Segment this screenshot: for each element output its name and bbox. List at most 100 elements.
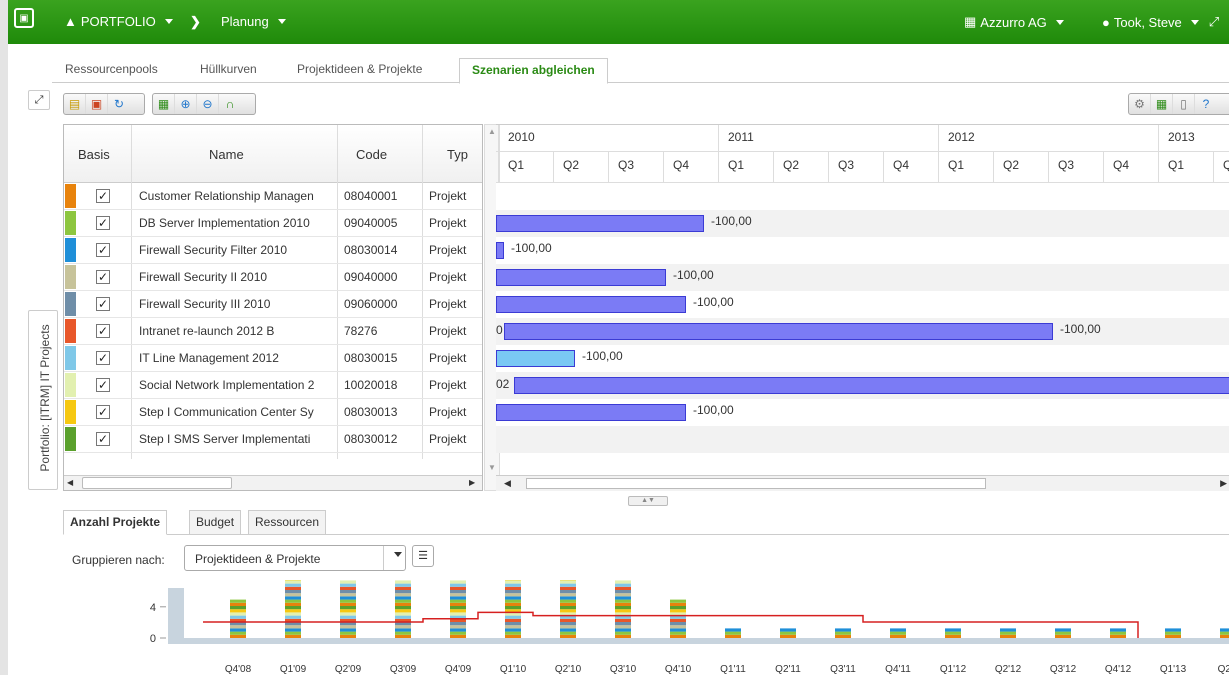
stack-segment: [505, 583, 521, 587]
refresh-icon[interactable]: ↻: [108, 94, 130, 114]
header-name[interactable]: Name: [209, 147, 244, 162]
splitter-handle[interactable]: ▲▼: [628, 496, 668, 506]
project-name: Customer Relationship Managen: [139, 189, 314, 203]
grid-view-icon[interactable]: ▦: [1151, 94, 1173, 114]
settings-icon[interactable]: ⚙: [1129, 94, 1151, 114]
gantt-bar[interactable]: [496, 269, 666, 286]
x-tick-label: Q2'12: [995, 664, 1022, 675]
basis-checkbox[interactable]: ✓: [96, 378, 110, 392]
tab-project-count[interactable]: Anzahl Projekte: [63, 510, 168, 535]
basis-checkbox[interactable]: ✓: [96, 189, 110, 203]
project-name: Social Network Implementation 2: [139, 378, 315, 392]
stack-segment: [780, 631, 796, 635]
gantt-bar[interactable]: [496, 296, 686, 313]
tab-scenarios[interactable]: Szenarien abgleichen: [459, 58, 608, 84]
export-icon[interactable]: ▦: [153, 94, 175, 114]
basis-checkbox[interactable]: ✓: [96, 243, 110, 257]
zoom-in-icon[interactable]: ⊕: [175, 94, 197, 114]
gantt-bar[interactable]: [496, 215, 704, 232]
x-tick-label: Q1'09: [280, 664, 307, 675]
tab-project-ideas[interactable]: Projektideen & Projekte: [297, 62, 422, 76]
gantt-bar[interactable]: [514, 377, 1229, 394]
project-name: Step I SMS Server Implementati: [139, 432, 311, 446]
scroll-thumb[interactable]: [82, 477, 232, 489]
scroll-left-icon[interactable]: ◀: [504, 478, 511, 489]
table-row[interactable]: ✓ Step I SMS Server Implementati 08030012 P…: [64, 426, 482, 453]
basis-checkbox[interactable]: ✓: [96, 270, 110, 284]
project-type: Projekt: [429, 216, 467, 230]
gantt-scroll-thumb[interactable]: [526, 478, 986, 489]
table-row[interactable]: ✓ Firewall Security Filter 2010 08030014 Pr…: [64, 237, 482, 264]
planning-menu[interactable]: Planung: [221, 14, 286, 29]
stack-segment: [340, 580, 356, 584]
help-icon[interactable]: ?: [1195, 94, 1217, 114]
portfolio-menu[interactable]: ▲ PORTFOLIO: [64, 14, 173, 29]
header-type[interactable]: Typ: [447, 147, 468, 162]
table-row[interactable]: ✓ Customer Relationship Managen 08040001 Pr…: [64, 183, 482, 210]
magnet-icon[interactable]: ∩: [219, 94, 241, 114]
table-row[interactable]: ✓ Step I Communication Center Sy 08030013 P…: [64, 399, 482, 426]
stack-segment: [450, 602, 466, 606]
basis-checkbox[interactable]: ✓: [96, 297, 110, 311]
basis-checkbox[interactable]: ✓: [96, 351, 110, 365]
project-code: 10020018: [344, 378, 398, 392]
tab-resource-pools[interactable]: Ressourcenpools: [65, 62, 158, 76]
fullscreen-icon[interactable]: ⤢: [1209, 14, 1219, 30]
stack-segment: [340, 586, 356, 590]
tab-envelopes[interactable]: Hüllkurven: [200, 62, 257, 76]
stack-segment: [395, 586, 411, 590]
stack-segment: [285, 593, 301, 597]
stack-segment: [945, 634, 961, 638]
gantt-year: 2010: [508, 130, 535, 144]
list-icon[interactable]: ☰: [412, 545, 434, 567]
basis-checkbox[interactable]: ✓: [96, 216, 110, 230]
stack-segment: [945, 628, 961, 632]
tab-budget[interactable]: Budget: [189, 510, 242, 535]
scroll-right-icon[interactable]: ▶: [469, 478, 479, 488]
x-tick-label: Q2'11: [775, 664, 801, 675]
stack-segment: [560, 583, 576, 587]
document-icon[interactable]: ▯: [1173, 94, 1195, 114]
y-axis-band: [168, 588, 184, 644]
stack-segment: [615, 628, 631, 632]
table-row[interactable]: ✓ DB Server Implementation 2010 09040005 Pr…: [64, 210, 482, 237]
save-icon[interactable]: ▣: [86, 94, 108, 114]
stack-segment: [505, 599, 521, 603]
gantt-bar[interactable]: [504, 323, 1053, 340]
scroll-right-icon[interactable]: ▶: [1220, 478, 1227, 489]
table-row[interactable]: ✓ Firewall Security II 2010 09040000 Projek…: [64, 264, 482, 291]
basis-checkbox[interactable]: ✓: [96, 405, 110, 419]
gantt-horizontal-scrollbar[interactable]: ◀ ▶: [496, 475, 1229, 491]
table-row[interactable]: ✓ Firewall Security III 2010 09060000 Proje…: [64, 291, 482, 318]
app-logo-icon[interactable]: ▣: [14, 8, 34, 28]
table-row[interactable]: ✓ Intranet re-launch 2012 B 78276 Projekt: [64, 318, 482, 345]
expand-icon[interactable]: ⤢: [28, 90, 50, 110]
basis-checkbox[interactable]: ✓: [96, 432, 110, 446]
x-tick-label: Q1'12: [940, 664, 967, 675]
group-by-select[interactable]: Projektideen & Projekte: [184, 545, 406, 571]
company-menu[interactable]: ▦ Azzurro AG: [964, 14, 1064, 30]
basis-checkbox[interactable]: ✓: [96, 324, 110, 338]
grid-horizontal-scrollbar[interactable]: ◀ ▶: [64, 475, 482, 490]
table-row[interactable]: ✓ IT Line Management 2012 08030015 Projekt: [64, 345, 482, 372]
tab-resources[interactable]: Ressourcen: [248, 510, 327, 535]
user-menu[interactable]: ● Took, Steve ⤢: [1102, 14, 1219, 30]
scroll-down-icon[interactable]: ▼: [488, 463, 496, 472]
add-icon[interactable]: ▤: [64, 94, 86, 114]
portfolio-side-tab[interactable]: Portfolio: [ITRM] IT Projects: [28, 310, 58, 490]
stack-segment: [340, 628, 356, 632]
project-count-chart: 8 4 0 Q4'08 Q1'09 Q2'09 Q3'09 Q4'09 Q1'10 Q2'10 Q3…: [150, 580, 1229, 675]
scroll-left-icon[interactable]: ◀: [67, 478, 77, 488]
gantt-bar[interactable]: [496, 404, 686, 421]
project-name: Intranet re-launch 2012 B: [139, 324, 275, 338]
project-color-swatch: [65, 400, 76, 424]
gantt-bar[interactable]: [496, 242, 504, 259]
table-row[interactable]: ✓ Social Network Implementation 2 10020018…: [64, 372, 482, 399]
project-code: 78276: [344, 324, 378, 338]
gantt-bar[interactable]: [496, 350, 575, 367]
zoom-out-icon[interactable]: ⊖: [197, 94, 219, 114]
stack-segment: [450, 625, 466, 629]
header-code[interactable]: Code: [356, 147, 387, 162]
header-basis[interactable]: Basis: [78, 147, 110, 162]
scroll-up-icon[interactable]: ▲: [488, 127, 496, 136]
